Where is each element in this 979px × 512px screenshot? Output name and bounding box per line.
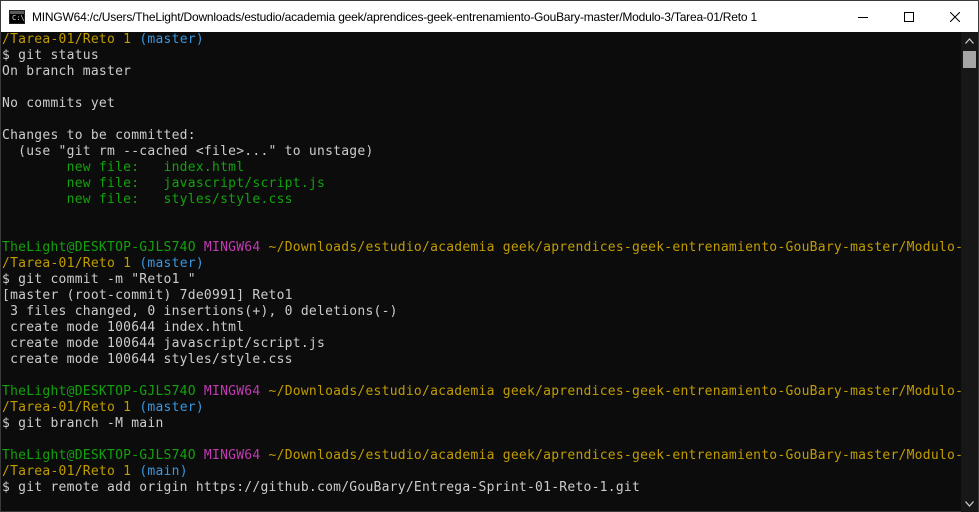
title-bar[interactable]: C:\_ MINGW64:/c/Users/TheLight/Downloads… (1, 1, 978, 32)
terminal-line: /Tarea-01/Reto 1 (master) (1, 32, 961, 48)
prompt-path: ~/Downloads/estudio/academia geek/aprend… (268, 240, 961, 255)
staged-file: new file: styles/style.css (2, 192, 293, 207)
scroll-thumb[interactable] (963, 51, 976, 68)
scroll-up-button[interactable] (961, 32, 978, 49)
terminal-line: TheLight@DESKTOP-GJLS74O MINGW64 ~/Downl… (1, 448, 961, 464)
terminal-line: (use "git rm --cached <file>..." to unst… (1, 144, 961, 160)
git-branch: (master) (139, 400, 204, 415)
prompt-system: MINGW64 (203, 448, 261, 463)
output-text: create mode 100644 styles/style.css (2, 352, 293, 367)
scroll-down-button[interactable] (961, 495, 978, 512)
output-text: On branch master (2, 64, 132, 79)
minimize-button[interactable] (840, 1, 886, 32)
terminal-line: new file: styles/style.css (1, 192, 961, 208)
prompt-system: MINGW64 (203, 384, 261, 399)
output-text: create mode 100644 javascript/script.js (2, 336, 326, 351)
output-text: 3 files changed, 0 insertions(+), 0 dele… (2, 304, 398, 319)
staged-file: new file: javascript/script.js (2, 176, 326, 191)
close-icon (950, 11, 960, 22)
staged-file: new file: index.html (2, 160, 245, 175)
terminal-line: create mode 100644 styles/style.css (1, 352, 961, 368)
terminal-line: $ git commit -m "Reto1 " (1, 272, 961, 288)
terminal-output[interactable]: /Tarea-01/Reto 1 (master) $ git status On … (1, 32, 961, 512)
minimize-icon (858, 16, 868, 18)
chevron-down-icon (965, 500, 974, 507)
prompt-system: MINGW64 (203, 240, 261, 255)
output-text: (use "git rm --cached <file>..." to unst… (2, 144, 374, 159)
prompt-path: ~/Downloads/estudio/academia geek/aprend… (268, 384, 961, 399)
close-button[interactable] (932, 1, 978, 32)
prompt-user-host: TheLight@DESKTOP-GJLS74O (2, 240, 196, 255)
terminal-line: new file: index.html (1, 160, 961, 176)
git-branch: (master) (139, 256, 204, 271)
terminal-line: Changes to be committed: (1, 128, 961, 144)
prompt-path: /Tarea-01/Reto 1 (2, 32, 132, 47)
terminal-line: 3 files changed, 0 insertions(+), 0 dele… (1, 304, 961, 320)
output-text: $ git remote add origin https://github.c… (2, 480, 641, 495)
output-text: $ git branch -M main (2, 416, 164, 431)
terminal-line: /Tarea-01/Reto 1 (master) (1, 400, 961, 416)
prompt-path: /Tarea-01/Reto 1 (2, 400, 132, 415)
window-title: MINGW64:/c/Users/TheLight/Downloads/estu… (32, 9, 757, 24)
chevron-up-icon (965, 37, 974, 44)
terminal-line: create mode 100644 javascript/script.js (1, 336, 961, 352)
output-text: $ git status (2, 48, 99, 63)
prompt-path: /Tarea-01/Reto 1 (2, 256, 132, 271)
prompt-path: /Tarea-01/Reto 1 (2, 464, 132, 479)
output-text: Changes to be committed: (2, 128, 196, 143)
terminal-line: new file: javascript/script.js (1, 176, 961, 192)
git-branch: (master) (139, 32, 204, 47)
output-text: [master (root-commit) 7de0991] Reto1 (2, 288, 293, 303)
terminal-line: No commits yet (1, 96, 961, 112)
terminal-line: create mode 100644 index.html (1, 320, 961, 336)
prompt-user-host: TheLight@DESKTOP-GJLS74O (2, 448, 196, 463)
terminal-line: $ git branch -M main (1, 416, 961, 432)
output-text: create mode 100644 index.html (2, 320, 245, 335)
prompt-user-host: TheLight@DESKTOP-GJLS74O (2, 384, 196, 399)
terminal-line: $ git remote add origin https://github.c… (1, 480, 961, 496)
vertical-scrollbar[interactable] (961, 32, 978, 512)
terminal-line: /Tarea-01/Reto 1 (master) (1, 256, 961, 272)
terminal-line: TheLight@DESKTOP-GJLS74O MINGW64 ~/Downl… (1, 240, 961, 256)
terminal-line: /Tarea-01/Reto 1 (main) (1, 464, 961, 480)
terminal-line: [master (root-commit) 7de0991] Reto1 (1, 288, 961, 304)
output-text: No commits yet (2, 96, 116, 111)
git-branch: (main) (139, 464, 188, 479)
terminal-line: On branch master (1, 64, 961, 80)
terminal-line: $ git status (1, 48, 961, 64)
terminal-app-icon[interactable]: C:\_ (9, 9, 29, 24)
prompt-path: ~/Downloads/estudio/academia geek/aprend… (268, 448, 961, 463)
app-icon-text: C:\_ (12, 13, 29, 22)
maximize-button[interactable] (886, 1, 932, 32)
output-text: $ git commit -m "Reto1 " (2, 272, 196, 287)
terminal-window: C:\_ MINGW64:/c/Users/TheLight/Downloads… (0, 0, 979, 512)
terminal-line: TheLight@DESKTOP-GJLS74O MINGW64 ~/Downl… (1, 384, 961, 400)
maximize-icon (904, 11, 914, 22)
